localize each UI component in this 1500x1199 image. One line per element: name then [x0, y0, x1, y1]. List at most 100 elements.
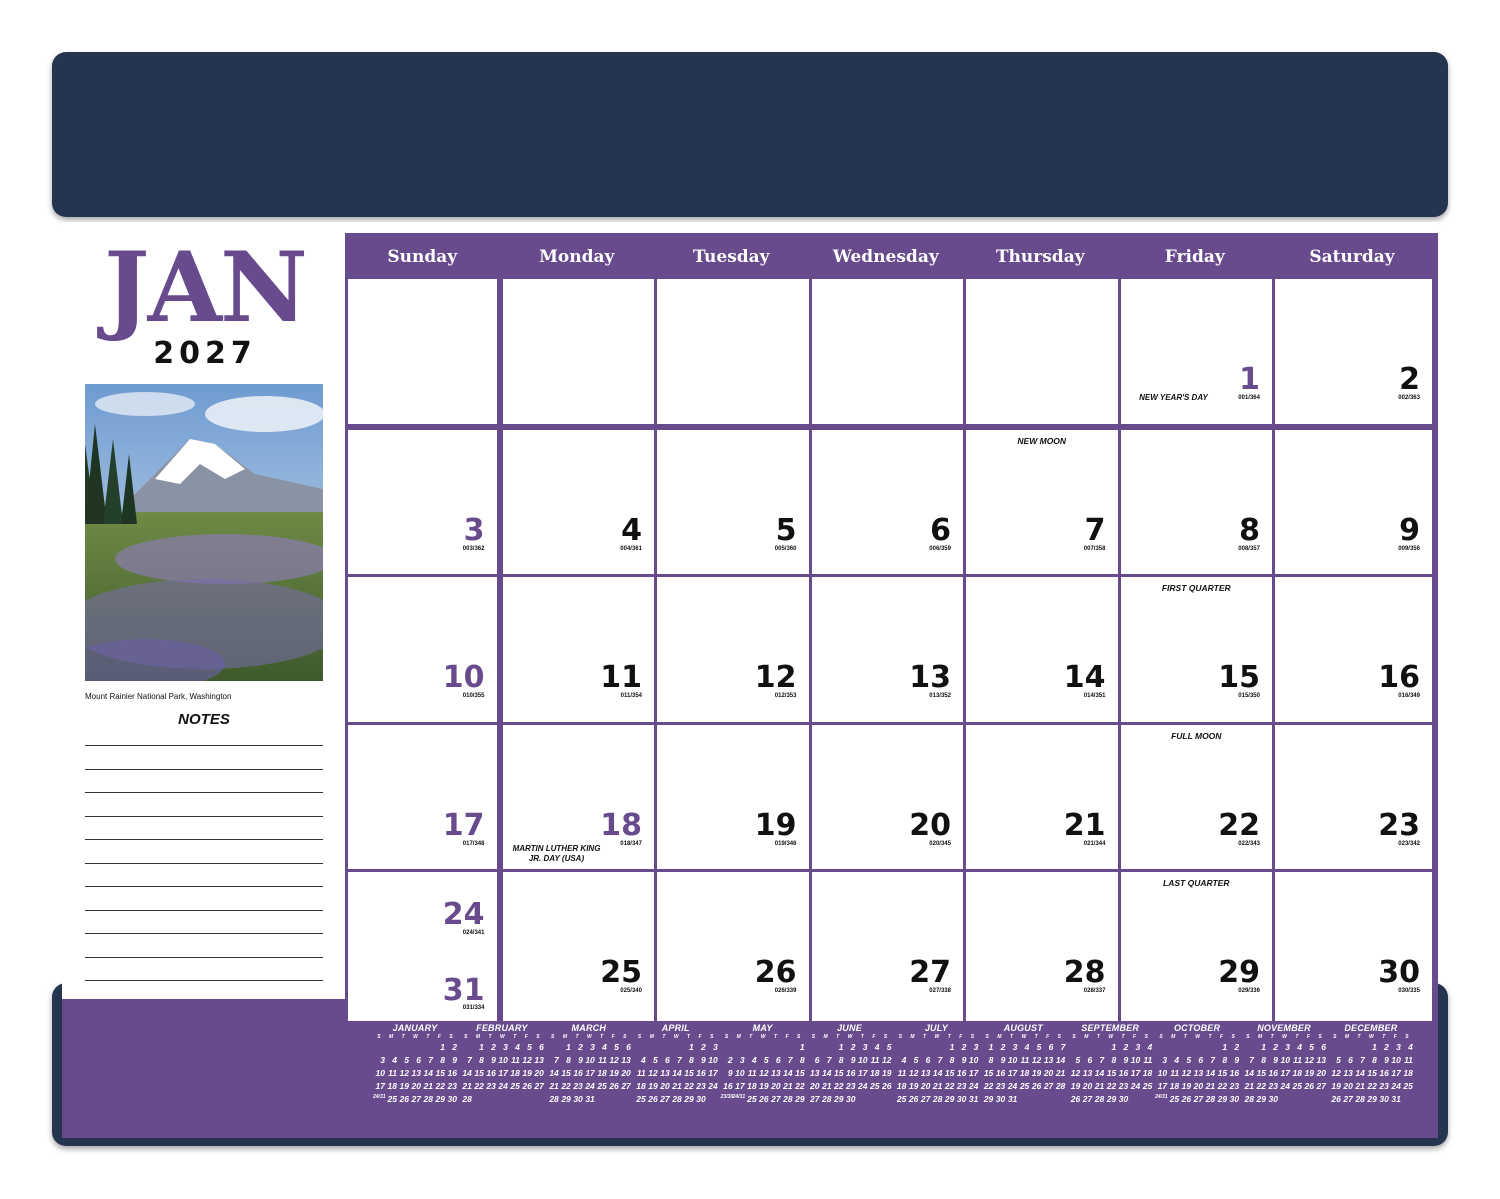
mini-day: 3	[1012, 1042, 1018, 1052]
day-of-year: 020/345	[929, 840, 951, 847]
day-cell[interactable]: 15 015/350 FIRST QUARTER	[1120, 577, 1272, 722]
mini-day: 10	[708, 1055, 718, 1065]
day-cell[interactable]: 18 018/347 MARTIN LUTHER KING JR. DAY (USA…	[502, 724, 654, 869]
mini-day: 28	[932, 1094, 943, 1104]
day-cell[interactable]: 22 022/343 FULL MOON	[1120, 724, 1272, 869]
mini-day: 9	[1000, 1055, 1006, 1065]
mini-day: 29	[1106, 1094, 1117, 1104]
day-of-year: 015/350	[1238, 693, 1260, 699]
mini-day: 17	[1280, 1068, 1290, 1078]
mini-day: 10	[1391, 1055, 1401, 1065]
notes-line	[85, 886, 323, 887]
day-cell[interactable]: 19 019/346	[657, 724, 809, 869]
mini-day: 25	[896, 1094, 907, 1104]
mini-day: 26	[882, 1081, 892, 1091]
mini-day: 22	[1217, 1081, 1228, 1091]
day-cell[interactable]: 16 016/349	[1275, 577, 1432, 722]
mini-day	[532, 1094, 544, 1104]
mini-day: 7	[554, 1055, 559, 1065]
mini-weekday-initial: S	[710, 1034, 714, 1040]
mini-day: 27	[534, 1081, 544, 1091]
day-cell[interactable]: 17 017/348	[348, 724, 497, 869]
mini-weekday-initial: F	[698, 1034, 702, 1040]
mini-day	[1302, 1094, 1314, 1104]
day-cell[interactable]: 30 030/335	[1275, 872, 1432, 1021]
year-label: 2027	[153, 336, 257, 371]
mini-day: 18	[870, 1068, 880, 1078]
mini-day-grid: 1 2 3 4 5 6 7 8 9 10 11 12 13 14 15 16 17 18 19 20 21 22 23 24 2…	[1242, 1042, 1326, 1104]
day-cell[interactable]: 27 027/338	[811, 872, 963, 1021]
mini-weekday-initial: S	[1072, 1034, 1076, 1040]
mini-day: 24	[858, 1081, 868, 1091]
day-number: 28	[1063, 955, 1106, 990]
day-cell[interactable]: 21 021/344	[966, 724, 1118, 869]
notes-line	[85, 862, 323, 864]
mini-day: 20	[411, 1081, 421, 1091]
day-cell[interactable]: 11 011/354	[502, 577, 654, 722]
mini-day: 10	[1280, 1055, 1290, 1065]
mini-day: 4	[1024, 1042, 1030, 1052]
mini-day-grid: 1 2 3 4 5 6 7 8 9 10 11 12 13 14 15 16 17 18 19 20 21 22 23 24/…	[373, 1042, 457, 1104]
mini-day: 12	[908, 1068, 919, 1078]
mini-weekday-initial: T	[860, 1034, 864, 1040]
day-cell[interactable]	[502, 279, 654, 424]
day-cell[interactable]: 8 008/357	[1120, 429, 1272, 574]
day-cell[interactable]: 28 028/337	[966, 872, 1118, 1021]
mini-day: 17	[735, 1081, 745, 1091]
day-cell[interactable]: 1 001/364 NEW YEAR'S DAY	[1120, 279, 1272, 424]
mini-day: 23	[1379, 1081, 1389, 1091]
mini-day-grid: 1 2 3 4 5 6 7 8 9 10 11 12 13 14 15 16 17 18 19 20 21 22 23 24 2…	[981, 1042, 1065, 1104]
day-cell[interactable]: 10 010/355	[348, 577, 497, 722]
day-cell[interactable]: 26 026/339	[657, 872, 809, 1021]
day-cell[interactable]: 3 003/362	[348, 429, 497, 574]
mini-day	[1191, 1042, 1203, 1052]
day-cell[interactable]: 2 002/363	[1275, 279, 1432, 424]
day-cell[interactable]: 6 006/359	[811, 429, 963, 574]
day-cell[interactable]: 5 005/360	[657, 429, 809, 574]
mini-day: 14	[423, 1068, 433, 1078]
mini-day: 9	[1273, 1055, 1278, 1065]
day-cell[interactable]: 13 013/352	[811, 577, 963, 722]
mini-day: 20	[920, 1081, 931, 1091]
mini-day-grid: 1 2 3 4 5 6 7 8 9 10 11 12 13 14 15 16 17 18 19 20 21 22 23 24 2…	[808, 1042, 892, 1104]
mini-day: 11	[1293, 1055, 1302, 1065]
day-cell[interactable]: 12 012/353	[657, 577, 809, 722]
mini-day: 17	[585, 1068, 595, 1078]
mini-day: 4	[751, 1055, 757, 1065]
mini-day: 21	[1055, 1068, 1066, 1078]
mini-weekday-initial: W	[1021, 1034, 1027, 1040]
mini-day	[1080, 1042, 1092, 1052]
mini-day: 25	[747, 1094, 757, 1104]
mini-day: 21	[423, 1081, 433, 1091]
mini-day: 29	[1367, 1094, 1377, 1104]
day-cell[interactable]: 25 025/340	[502, 872, 654, 1021]
mini-day: 30	[956, 1094, 967, 1104]
day-cell[interactable]: 23 023/342	[1275, 724, 1432, 869]
mini-day: 21	[1244, 1081, 1254, 1091]
mini-day: 30	[1268, 1094, 1278, 1104]
day-cell[interactable]: 7 007/358 NEW MOON	[966, 429, 1118, 574]
mini-day: 7	[1210, 1055, 1216, 1065]
day-cell[interactable]: 14 014/351	[966, 577, 1118, 722]
mini-day: 8	[1261, 1055, 1266, 1065]
day-cell[interactable]: 9 009/356	[1275, 429, 1432, 574]
day-of-year: 003/362	[462, 545, 485, 552]
day-cell[interactable]	[811, 279, 963, 424]
mini-day: 11	[897, 1068, 907, 1078]
day-cell[interactable]: 20 020/345	[811, 724, 963, 869]
day-cell[interactable]	[657, 279, 809, 424]
mini-day: 19	[1070, 1081, 1081, 1091]
day-cell[interactable]: 24 024/341 31 031/334	[348, 872, 497, 1021]
weekday-header: Thursday	[995, 247, 1085, 267]
mini-day: 11	[636, 1068, 646, 1078]
day-cell[interactable]: 4 004/361	[502, 429, 654, 574]
mini-day: 17	[1391, 1068, 1401, 1078]
mini-day: 1	[1222, 1042, 1228, 1052]
day-cell[interactable]: 29 029/336 LAST QUARTER	[1120, 872, 1272, 1021]
mini-day: 8	[1111, 1055, 1117, 1065]
day-cell[interactable]	[348, 279, 497, 424]
mini-day	[484, 1094, 496, 1104]
mini-weekday-initial: M	[389, 1034, 394, 1040]
day-cell[interactable]	[966, 279, 1118, 424]
mini-day: 20	[621, 1068, 631, 1078]
